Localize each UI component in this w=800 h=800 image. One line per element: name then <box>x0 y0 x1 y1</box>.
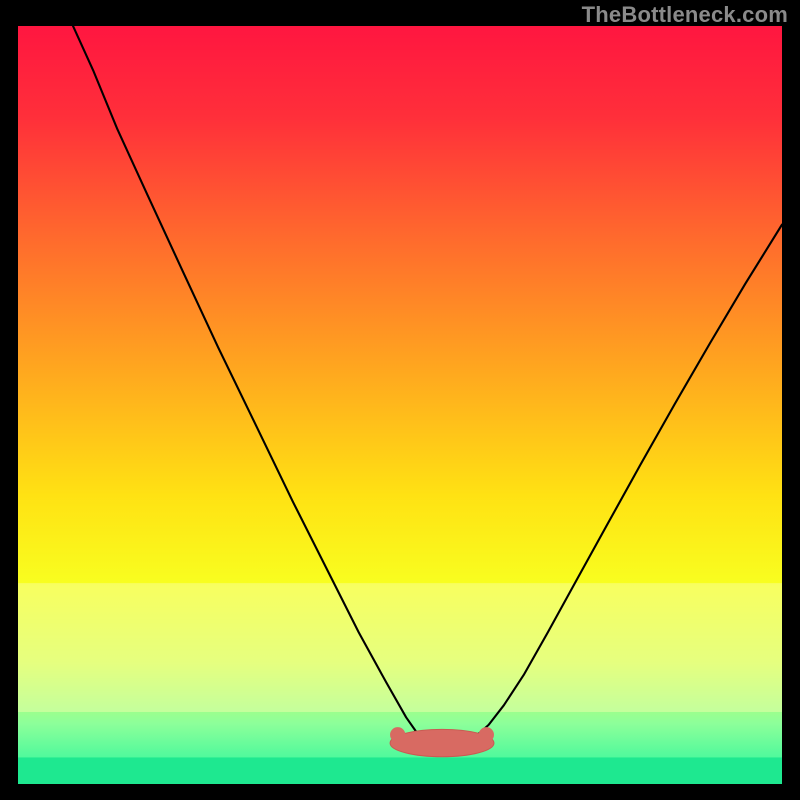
optimal-marker-right <box>479 727 494 742</box>
plot-svg <box>18 26 782 784</box>
optimal-marker <box>390 729 494 756</box>
watermark-text: TheBottleneck.com <box>582 2 788 28</box>
optimal-marker-left <box>390 727 405 742</box>
plot-area <box>18 26 782 784</box>
green-strip <box>18 757 782 784</box>
pale-band <box>18 583 782 712</box>
chart-frame: TheBottleneck.com <box>0 0 800 800</box>
